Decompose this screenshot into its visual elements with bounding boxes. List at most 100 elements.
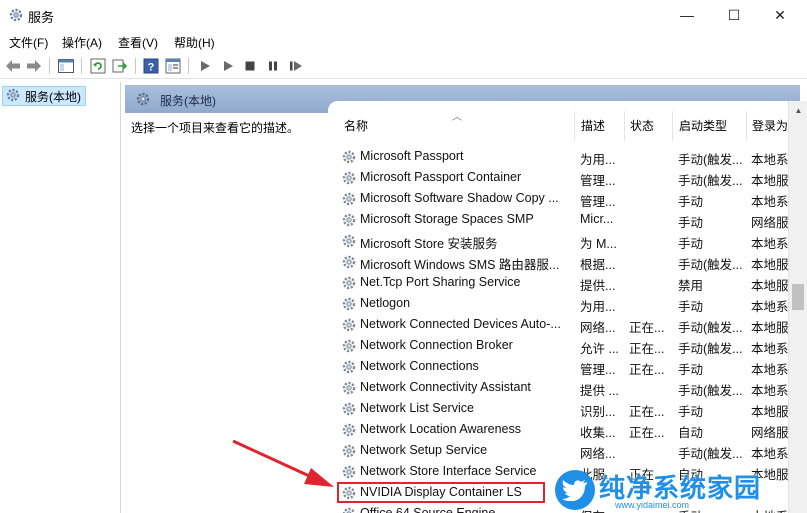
- menu-view[interactable]: 查看(V): [118, 34, 158, 51]
- service-gear-icon: [341, 422, 357, 438]
- service-description: 根据...: [580, 258, 616, 272]
- service-gear-icon: [341, 506, 357, 513]
- service-gear-icon: [341, 233, 357, 249]
- services-list: ︿ 名称 描述 状态 启动类型 登录为 Microsoft Passport 为用…: [328, 101, 788, 513]
- service-gear-icon: [341, 338, 357, 354]
- pane-header-title: 服务(本地): [160, 94, 216, 108]
- service-gear-icon: [341, 296, 357, 312]
- service-log-on-as: 本地服: [751, 321, 788, 335]
- services-gear-icon: [135, 91, 151, 107]
- service-startup-type: 手动(触发...: [678, 384, 743, 398]
- maximize-button[interactable]: ☐: [711, 0, 757, 30]
- service-description: 允许 ...: [580, 342, 619, 356]
- export-icon[interactable]: [111, 57, 129, 75]
- service-row[interactable]: Network Connection Broker 允许 ... 正在... 手动(触…: [328, 335, 788, 356]
- service-log-on-as: 网络服: [751, 216, 788, 230]
- service-row[interactable]: Netlogon 为用... 手动 本地系: [328, 293, 788, 314]
- start-icon[interactable]: [196, 57, 214, 75]
- service-log-on-as: 本地系: [751, 342, 788, 356]
- console-tree-icon[interactable]: [57, 57, 75, 75]
- bird-logo-icon: [555, 470, 595, 510]
- service-status: 正在...: [629, 405, 665, 419]
- service-status: 正在...: [629, 363, 665, 377]
- menu-bar: 文件(F) 操作(A) 查看(V) 帮助(H): [0, 30, 807, 52]
- service-row[interactable]: Network Connections 管理... 正在... 手动 本地系: [328, 356, 788, 377]
- service-name: Netlogon: [360, 296, 411, 310]
- refresh-icon[interactable]: [89, 57, 107, 75]
- service-row[interactable]: Network Connected Devices Auto-... 网络... 正…: [328, 314, 788, 335]
- service-description: 识别...: [580, 405, 616, 419]
- service-name: Network Connectivity Assistant: [360, 380, 531, 394]
- service-row[interactable]: Microsoft Passport 为用... 手动(触发... 本地系: [328, 146, 788, 167]
- service-name: Net.Tcp Port Sharing Service: [360, 275, 521, 289]
- service-row[interactable]: Microsoft Store 安装服务 为 M... 手动 本地系: [328, 230, 788, 251]
- service-row[interactable]: Network List Service 识别... 正在... 手动 本地服: [328, 398, 788, 419]
- menu-help[interactable]: 帮助(H): [174, 34, 215, 51]
- column-header-description[interactable]: 描述: [581, 117, 605, 134]
- service-description: 为用...: [580, 300, 616, 314]
- services-gear-icon: [8, 7, 24, 23]
- service-row[interactable]: Net.Tcp Port Sharing Service 提供... 禁用 本地服: [328, 272, 788, 293]
- service-log-on-as: 本地系: [751, 153, 788, 167]
- scroll-thumb[interactable]: [792, 284, 804, 310]
- service-startup-type: 禁用: [678, 279, 704, 293]
- service-startup-type: 手动: [678, 300, 704, 314]
- minimize-button[interactable]: —: [664, 0, 710, 30]
- service-description: 管理...: [580, 363, 616, 377]
- service-description: 管理...: [580, 195, 616, 209]
- service-gear-icon: [341, 170, 357, 186]
- service-name: Network Location Awareness: [360, 422, 521, 436]
- pause-icon[interactable]: [264, 57, 282, 75]
- service-name: Microsoft Windows SMS 路由器服...: [360, 258, 560, 272]
- column-header-status[interactable]: 状态: [630, 117, 654, 134]
- column-divider[interactable]: [574, 111, 575, 141]
- menu-file[interactable]: 文件(F): [9, 34, 48, 51]
- service-row[interactable]: Microsoft Software Shadow Copy ... 管理... 手…: [328, 188, 788, 209]
- service-row[interactable]: Microsoft Windows SMS 路由器服... 根据... 手动(触发.…: [328, 251, 788, 272]
- service-name: Microsoft Passport: [360, 149, 464, 163]
- properties-icon[interactable]: [164, 57, 182, 75]
- service-row[interactable]: Network Connectivity Assistant 提供 ... 手动(触…: [328, 377, 788, 398]
- column-header-bar: ︿ 名称 描述 状态 启动类型 登录为: [328, 101, 788, 146]
- service-description: 为 M...: [580, 237, 617, 251]
- column-divider[interactable]: [672, 111, 673, 141]
- service-startup-type: 手动(触发...: [678, 342, 743, 356]
- scroll-up-icon[interactable]: ▲: [789, 103, 807, 117]
- column-header-startup-type[interactable]: 启动类型: [679, 117, 727, 134]
- service-status: 正在...: [629, 426, 665, 440]
- back-icon[interactable]: [4, 57, 22, 75]
- start-alt-icon[interactable]: [219, 57, 237, 75]
- service-gear-icon: [341, 191, 357, 207]
- service-row[interactable]: Network Location Awareness 收集... 正在... 自动 网络…: [328, 419, 788, 440]
- column-divider[interactable]: [624, 111, 625, 141]
- resume-icon[interactable]: [287, 57, 305, 75]
- help-icon[interactable]: ?: [142, 57, 160, 75]
- service-name: Microsoft Store 安装服务: [360, 237, 498, 251]
- service-row[interactable]: Microsoft Storage Spaces SMP Micr... 手动 网络服: [328, 209, 788, 230]
- close-button[interactable]: ✕: [757, 0, 803, 30]
- tree-item-services-local[interactable]: 服务(本地): [2, 86, 86, 106]
- toolbar: ?: [0, 53, 807, 79]
- service-name: Network List Service: [360, 401, 474, 415]
- vertical-scrollbar[interactable]: ▲: [788, 101, 807, 513]
- column-header-log-on-as[interactable]: 登录为: [752, 117, 788, 134]
- service-log-on-as: 网络服: [751, 426, 788, 440]
- service-row[interactable]: Network Setup Service 网络... 手动(触发... 本地系: [328, 440, 788, 461]
- toolbar-separator: [188, 58, 189, 74]
- service-name: Network Connection Broker: [360, 338, 513, 352]
- service-description: 管理...: [580, 174, 616, 188]
- stop-icon[interactable]: [241, 57, 259, 75]
- service-description: 提供...: [580, 279, 616, 293]
- service-log-on-as: 本地服: [751, 174, 788, 188]
- watermark-url: www.yidaimei.com: [615, 500, 690, 510]
- service-startup-type: 手动: [678, 195, 704, 209]
- service-gear-icon: [341, 149, 357, 165]
- service-description: 为用...: [580, 153, 616, 167]
- column-divider[interactable]: [746, 111, 747, 141]
- service-row[interactable]: Microsoft Passport Container 管理... 手动(触发..…: [328, 167, 788, 188]
- forward-icon[interactable]: [25, 57, 43, 75]
- service-log-on-as: 本地服: [751, 258, 788, 272]
- service-startup-type: 手动: [678, 216, 704, 230]
- menu-action[interactable]: 操作(A): [62, 34, 102, 51]
- column-header-name[interactable]: 名称: [344, 117, 368, 134]
